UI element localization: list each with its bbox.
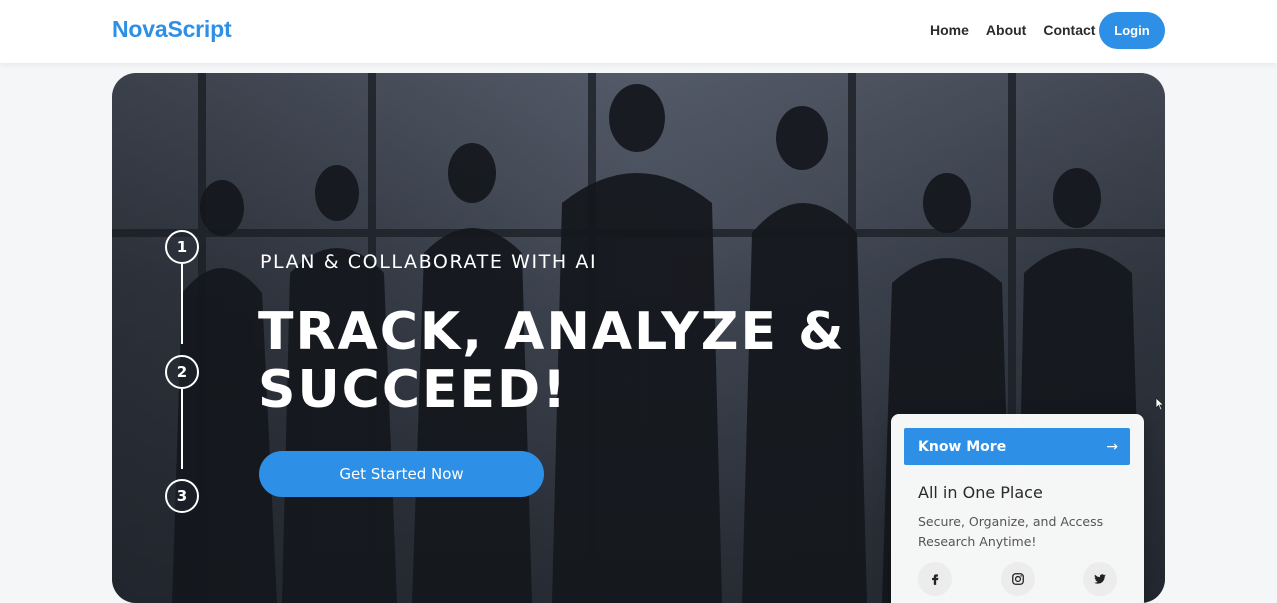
brand-logo[interactable]: NovaScript: [112, 16, 232, 43]
step-1-indicator[interactable]: 1: [165, 230, 199, 264]
twitter-icon[interactable]: [1083, 562, 1117, 596]
navbar: NovaScript Home About Contact Login: [0, 0, 1277, 63]
step-2-indicator[interactable]: 2: [165, 355, 199, 389]
step-3-indicator[interactable]: 3: [165, 479, 199, 513]
instagram-icon[interactable]: [1001, 562, 1035, 596]
nav-about-link[interactable]: About: [986, 22, 1026, 38]
login-button[interactable]: Login: [1099, 12, 1165, 49]
arrow-right-icon: →: [1106, 438, 1118, 455]
hero-headline-line-1: TRACK, ANALYZE &: [258, 302, 846, 362]
get-started-button[interactable]: Get Started Now: [259, 451, 544, 497]
hero-headline-line-2: SUCCEED!: [258, 360, 568, 420]
card-description: Secure, Organize, and Access Research An…: [918, 514, 1104, 549]
info-card: Know More → All in One Place Secure, Org…: [891, 414, 1144, 603]
nav-contact-link[interactable]: Contact: [1043, 22, 1095, 38]
card-title: All in One Place: [918, 483, 1043, 502]
hero-eyebrow: PLAN & COLLABORATE WITH AI: [260, 251, 598, 273]
know-more-label: Know More: [918, 438, 1007, 455]
facebook-icon[interactable]: [918, 562, 952, 596]
hero-headline: TRACK, ANALYZE & SUCCEED!: [258, 303, 878, 419]
step-connector: [181, 389, 183, 469]
mouse-cursor-icon: [1155, 397, 1165, 411]
nav-home-link[interactable]: Home: [930, 22, 969, 38]
know-more-button[interactable]: Know More →: [904, 428, 1130, 465]
step-connector: [181, 264, 183, 344]
hero-banner: 1 2 3 PLAN & COLLABORATE WITH AI TRACK, …: [112, 73, 1165, 603]
nav-links: Home About Contact: [930, 22, 1112, 38]
